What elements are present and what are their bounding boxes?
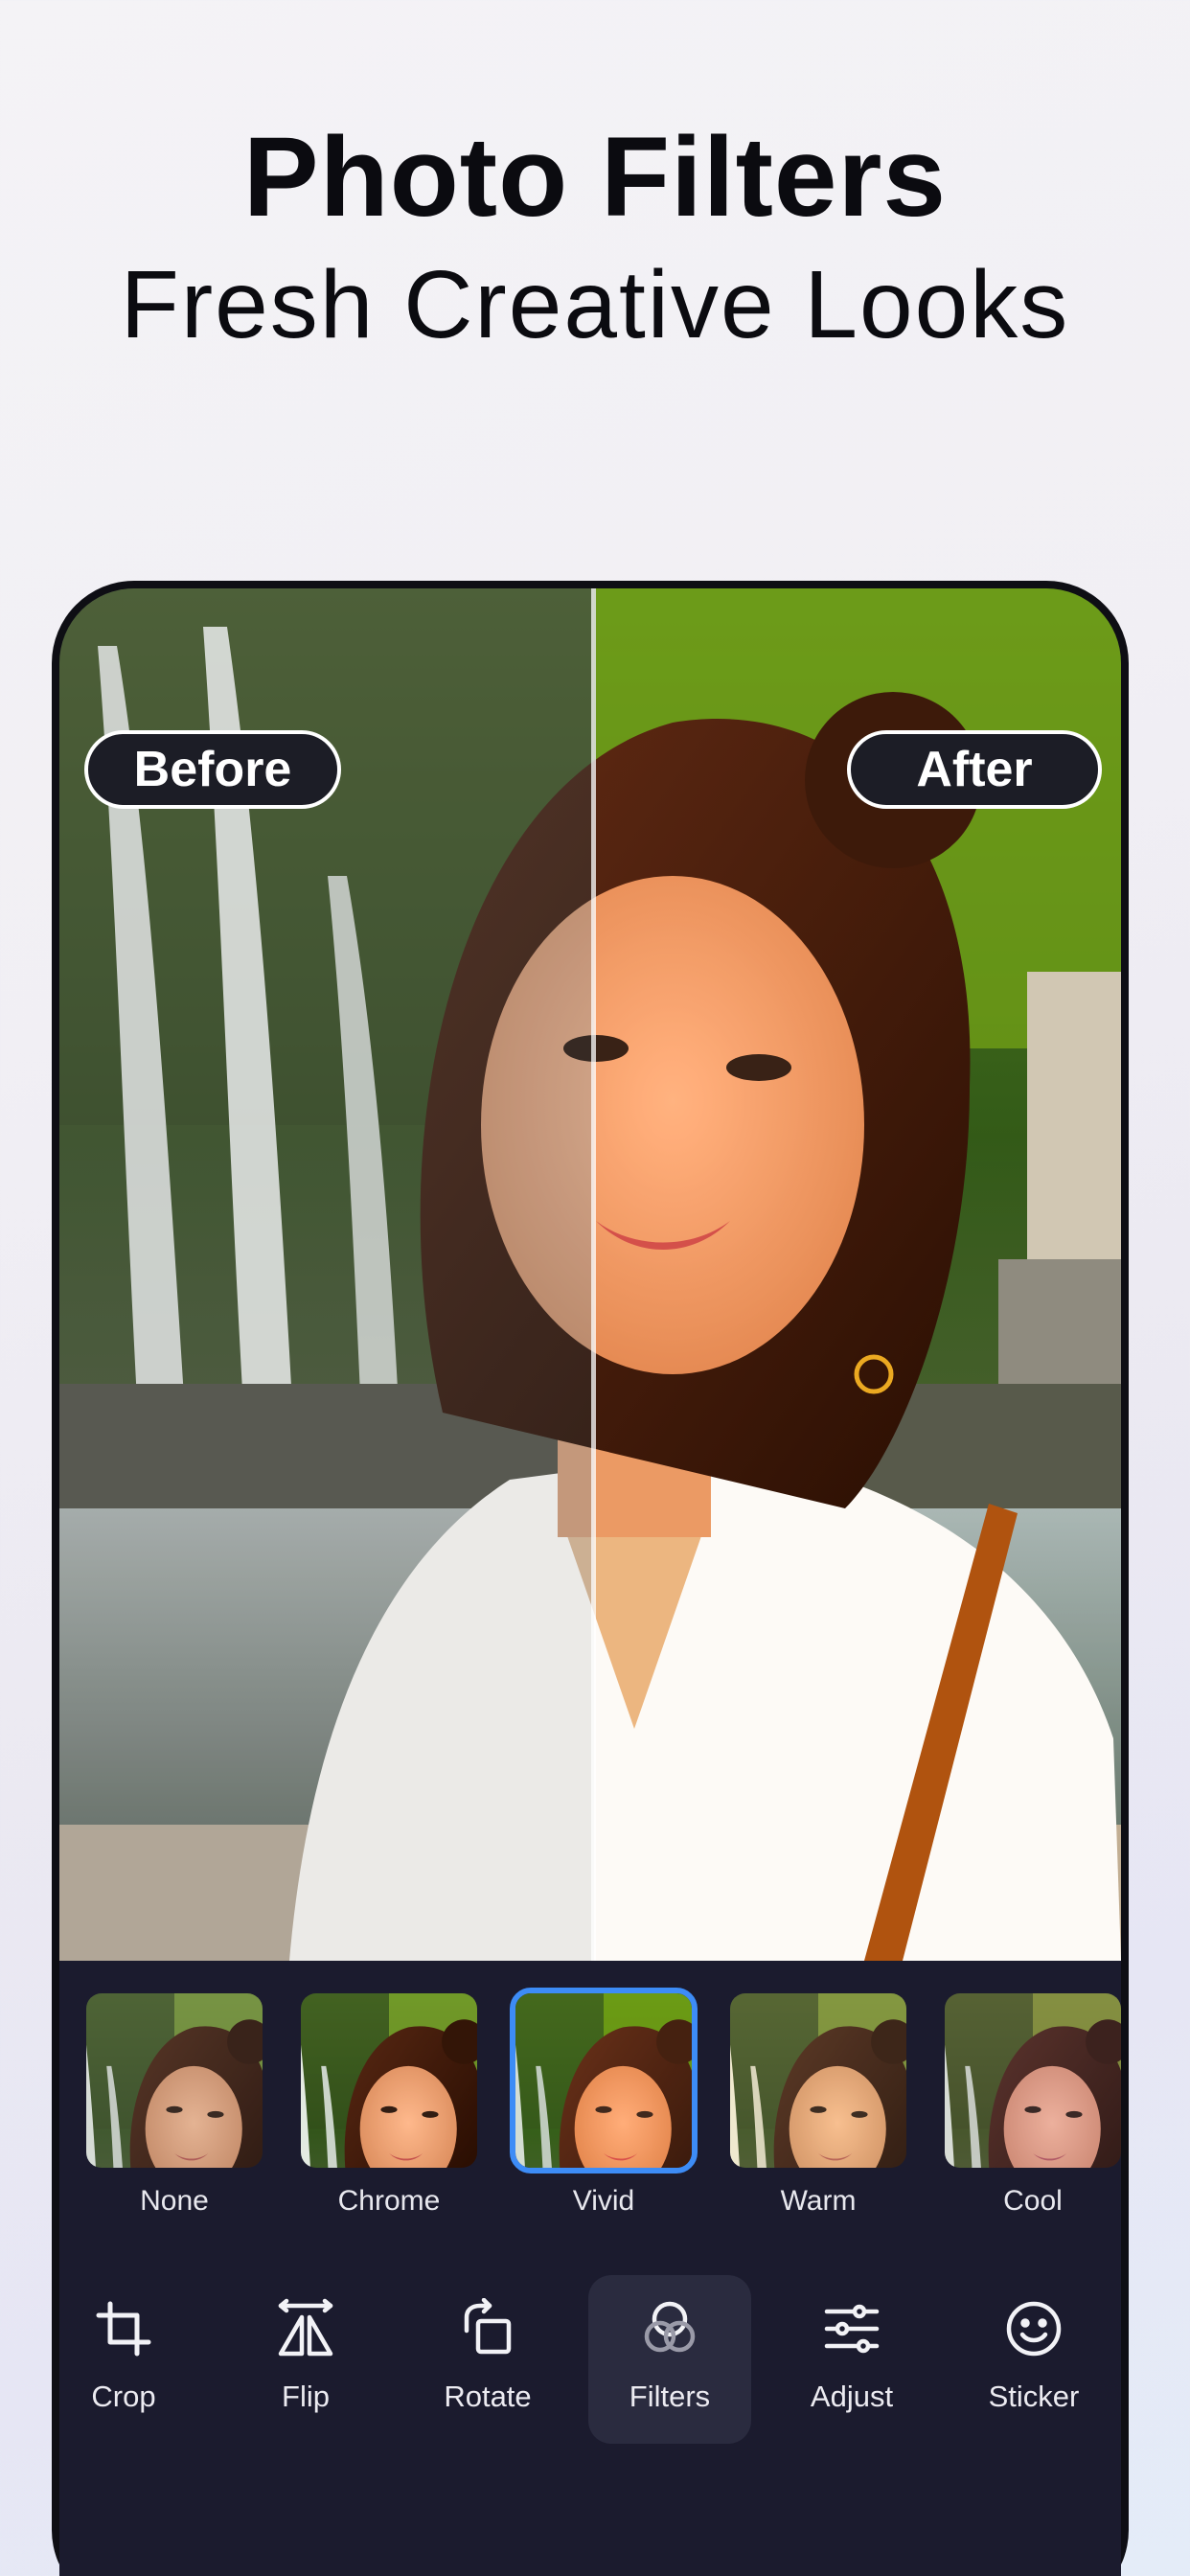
filter-thumbnail (939, 1988, 1121, 2174)
flip-icon (278, 2298, 333, 2357)
phone-frame: Before After None Chrome Vivid Warm Cool… (52, 581, 1129, 2576)
filter-label: Cool (1003, 2185, 1063, 2217)
tool-sticker[interactable]: Sticker (952, 2275, 1115, 2444)
headline: Photo Filters (242, 114, 948, 241)
photo-compare-view[interactable]: Before After (59, 588, 1121, 1961)
filter-label: Vivid (572, 2185, 635, 2217)
filter-label: Chrome (337, 2185, 441, 2217)
tool-label: Adjust (810, 2380, 894, 2413)
filter-vivid[interactable]: Vivid (510, 1988, 698, 2220)
edit-toolbar: Crop Flip Rotate Filters Adjust Sticker (59, 2275, 1121, 2457)
rotate-icon (464, 2298, 512, 2355)
tool-label: Filters (629, 2380, 711, 2413)
filters-icon (644, 2301, 696, 2353)
sticker-icon (1006, 2301, 1062, 2357)
filter-none[interactable]: None (80, 1988, 268, 2220)
subheadline: Fresh Creative Looks (120, 251, 1070, 358)
tool-label: Sticker (988, 2380, 1080, 2413)
filter-thumbnail (80, 1988, 268, 2174)
before-label: Before (84, 730, 341, 809)
tool-rotate[interactable]: Rotate (406, 2275, 569, 2444)
filter-strip: None Chrome Vivid Warm Cool (59, 1961, 1121, 2229)
filter-chrome[interactable]: Chrome (295, 1988, 483, 2220)
tool-label: Crop (91, 2380, 156, 2413)
filter-label: Warm (780, 2185, 857, 2217)
editor-screen: Before After None Chrome Vivid Warm Cool… (59, 588, 1121, 2576)
tool-label: Rotate (444, 2380, 532, 2413)
crop-icon (96, 2301, 151, 2357)
filter-cool[interactable]: Cool (939, 1988, 1121, 2220)
tool-adjust[interactable]: Adjust (770, 2275, 933, 2444)
filter-thumbnail (295, 1988, 483, 2174)
tool-label: Flip (282, 2380, 330, 2413)
after-label: After (847, 730, 1102, 809)
adjust-icon (824, 2304, 880, 2354)
tool-flip[interactable]: Flip (224, 2275, 387, 2444)
tool-crop[interactable]: Crop (59, 2275, 205, 2444)
filter-label: None (140, 2185, 209, 2217)
filter-warm[interactable]: Warm (724, 1988, 912, 2220)
filter-thumbnail-selected (510, 1988, 698, 2174)
tool-filters[interactable]: Filters (588, 2275, 751, 2444)
compare-split-handle[interactable] (591, 588, 596, 1961)
filter-thumbnail (724, 1988, 912, 2174)
